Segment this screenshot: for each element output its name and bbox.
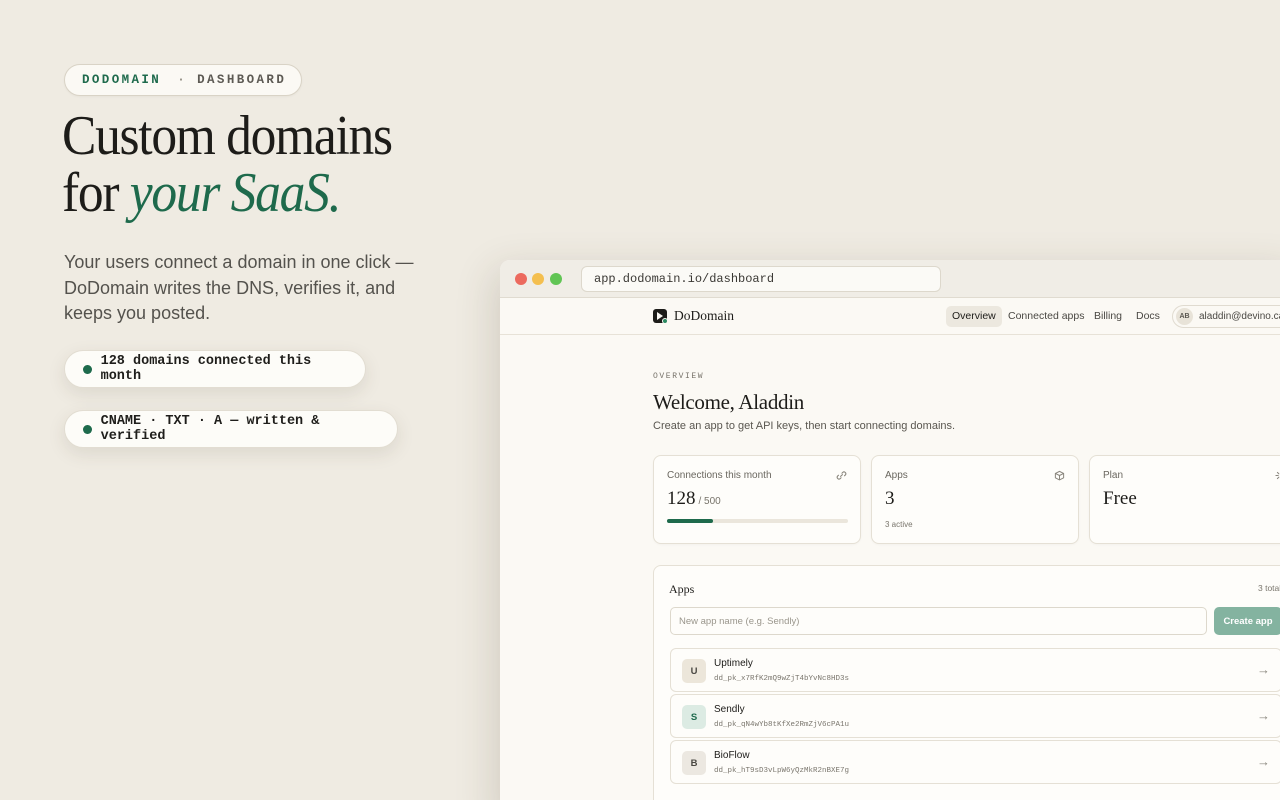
apps-panel: Apps 3 total Create app U Uptimely dd_pk…: [653, 565, 1280, 800]
sparkle-icon: [1275, 470, 1280, 481]
stat-pill-connections: 128 domains connected this month: [64, 350, 366, 388]
card-value: Free: [1103, 488, 1137, 509]
stat-pill-text: CNAME · TXT · A — written & verified: [100, 414, 320, 444]
app-logo[interactable]: DoDomain: [653, 308, 734, 324]
address-bar-url: app.dodomain.io/dashboard: [594, 272, 775, 286]
app-name: BioFlow: [714, 750, 750, 761]
dodomain-logo-icon: [653, 309, 668, 324]
app-avatar: B: [682, 751, 706, 775]
card-value: 3: [885, 488, 895, 509]
arrow-right-icon[interactable]: →: [1257, 754, 1270, 769]
hero-title-prefix: for: [62, 162, 130, 224]
box-icon: [1054, 470, 1065, 481]
user-email: aladdin@devino.ca: [1199, 311, 1280, 322]
close-window-icon[interactable]: [515, 273, 527, 285]
minimize-window-icon[interactable]: [532, 273, 544, 285]
hero-title-accent: your SaaS.: [129, 162, 342, 224]
app-avatar: S: [682, 705, 706, 729]
apps-count: 3 total: [1258, 583, 1280, 593]
stat-card-plan: Plan Free: [1089, 455, 1280, 544]
app-api-key: dd_pk_hT9sD3vLpW6yQzMkR2nBXE7g: [714, 767, 850, 775]
card-label: Plan: [1103, 470, 1124, 481]
connections-progress-bar: [667, 519, 848, 523]
app-row-bioflow[interactable]: B BioFlow dd_pk_hT9sD3vLpW6yQzMkR2nBXE7g…: [670, 740, 1280, 784]
address-bar[interactable]: app.dodomain.io/dashboard: [581, 266, 941, 292]
overview-eyebrow: OVERVIEW: [653, 372, 705, 381]
app-api-key: dd_pk_qN4wYb8tKfXe2RmZjV6cPA1u: [714, 721, 850, 729]
hero-subtitle: Your users connect a domain in one click…: [64, 252, 414, 323]
card-label: Connections this month: [667, 470, 772, 481]
stat-card-connections: Connections this month 128/ 500: [653, 455, 861, 544]
arrow-right-icon[interactable]: →: [1257, 662, 1270, 677]
stat-pill-dns: CNAME · TXT · A — written & verified: [64, 410, 398, 448]
page-title: Welcome, Aladdin: [653, 390, 804, 414]
browser-window: app.dodomain.io/dashboard DoDomain Overv…: [500, 260, 1280, 800]
stat-card-apps: Apps 3 3 active: [871, 455, 1079, 544]
nav-billing[interactable]: Billing: [1088, 306, 1128, 327]
app-navbar: DoDomain Overview Connected apps Billing…: [500, 298, 1280, 335]
app-avatar: U: [682, 659, 706, 683]
eyebrow-badge: DODOMAIN · DASHBOARD: [64, 64, 302, 96]
nav-overview[interactable]: Overview: [946, 306, 1002, 327]
avatar: AB: [1176, 308, 1193, 325]
browser-chrome: app.dodomain.io/dashboard: [500, 260, 1280, 298]
eyebrow-section: DASHBOARD: [197, 73, 287, 87]
nav-connected-apps[interactable]: Connected apps: [1002, 306, 1090, 327]
card-note: 3 active: [885, 520, 913, 529]
create-app-button[interactable]: Create app: [1214, 607, 1280, 635]
eyebrow-separator: ·: [177, 73, 188, 87]
app-api-key: dd_pk_x7RfK2mQ9wZjT4bYvNc8HD3s: [714, 675, 850, 683]
status-dot-icon: [83, 364, 92, 374]
link-icon: [836, 471, 847, 480]
page-subtitle: Create an app to get API keys, then star…: [653, 420, 956, 432]
app-row-sendly[interactable]: S Sendly dd_pk_qN4wYb8tKfXe2RmZjV6cPA1u …: [670, 694, 1280, 738]
card-label: Apps: [885, 470, 908, 481]
new-app-name-input[interactable]: [670, 607, 1207, 635]
app-logo-text: DoDomain: [674, 308, 734, 323]
app-name: Sendly: [714, 704, 745, 715]
status-dot-icon: [83, 424, 92, 434]
hero-title-line1: Custom domains: [62, 105, 393, 167]
eyebrow-brand: DODOMAIN: [82, 73, 162, 87]
progress-fill: [667, 519, 714, 523]
maximize-window-icon[interactable]: [550, 273, 562, 285]
app-name: Uptimely: [714, 658, 753, 669]
arrow-right-icon[interactable]: →: [1257, 708, 1270, 723]
card-value: 128/ 500: [667, 488, 721, 509]
stat-pill-text: 128 domains connected this month: [100, 354, 312, 384]
hero-title: Custom domains for your SaaS.: [62, 105, 393, 224]
apps-panel-title: Apps: [669, 582, 695, 596]
nav-docs[interactable]: Docs: [1130, 306, 1166, 327]
user-menu[interactable]: AB aladdin@devino.ca: [1172, 305, 1280, 328]
card-value-limit: / 500: [698, 496, 721, 507]
app-row-uptimely[interactable]: U Uptimely dd_pk_x7RfK2mQ9wZjT4bYvNc8HD3…: [670, 648, 1280, 692]
